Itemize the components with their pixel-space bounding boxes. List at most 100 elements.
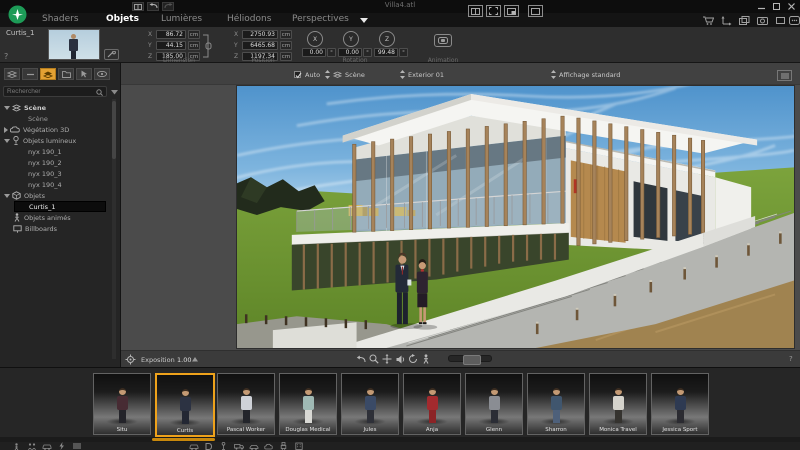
display-mode-selector[interactable]: Affichage standard xyxy=(559,71,620,79)
category-cars-button[interactable] xyxy=(187,442,200,450)
filter-energy-button[interactable] xyxy=(55,442,68,450)
minimize-button[interactable] xyxy=(755,2,768,11)
expander-icon[interactable] xyxy=(4,139,10,143)
camera-selector[interactable]: Exterior 01 xyxy=(408,71,444,79)
menu-lumieres[interactable]: Lumières xyxy=(161,14,202,24)
tree-item-nyx-1[interactable]: nyx 190_1 xyxy=(0,146,112,157)
character-thumb-glenn[interactable]: Glenn xyxy=(465,373,523,435)
menu-shaders[interactable]: Shaders xyxy=(42,14,79,24)
settings-button[interactable] xyxy=(124,353,136,365)
character-thumb-pascal-worker[interactable]: Pascal Worker xyxy=(217,373,275,435)
preview-size-slider[interactable] xyxy=(448,355,492,362)
exposition-value[interactable]: 1.00 xyxy=(177,356,191,364)
pos-x-unit[interactable]: cm xyxy=(280,30,292,39)
updown-arrows-icon[interactable] xyxy=(400,70,405,79)
select-tool-toggle[interactable] xyxy=(76,68,92,80)
visibility-toggle[interactable] xyxy=(94,68,110,80)
category-figures-button[interactable] xyxy=(277,442,290,450)
rotation-z-field[interactable]: 99.48 xyxy=(374,48,398,57)
category-vegetation-button[interactable] xyxy=(262,442,275,450)
filter-layers-toggle[interactable] xyxy=(40,68,56,80)
rotation-y-unit[interactable]: ° xyxy=(363,48,372,57)
category-3d-button[interactable] xyxy=(202,442,215,450)
rotation-y-field[interactable]: 0.00 xyxy=(338,48,362,57)
expander-icon[interactable] xyxy=(4,194,10,198)
layout-plain-button[interactable] xyxy=(528,5,543,17)
filter-people-button[interactable] xyxy=(25,442,38,450)
character-thumb-monica-travel[interactable]: Monica Travel xyxy=(589,373,647,435)
search-input[interactable] xyxy=(3,86,107,97)
tree-item-nyx-4[interactable]: nyx 190_4 xyxy=(0,179,112,190)
character-thumb-anja[interactable]: Anja xyxy=(403,373,461,435)
dim-x-unit[interactable]: cm xyxy=(188,30,200,39)
expander-icon[interactable] xyxy=(4,127,8,133)
stepper-up-icon[interactable] xyxy=(192,357,198,362)
pos-y-unit[interactable]: cm xyxy=(280,41,292,50)
character-thumb-jessica-sport[interactable]: Jessica Sport xyxy=(651,373,709,435)
layout-expand-button[interactable] xyxy=(486,5,501,17)
filter-vehicles-button[interactable] xyxy=(40,442,53,450)
expander-icon[interactable] xyxy=(4,106,10,110)
back-button[interactable] xyxy=(355,353,367,365)
filter-list-button[interactable] xyxy=(70,442,83,450)
updown-arrows-icon[interactable] xyxy=(551,70,556,79)
slider-handle[interactable] xyxy=(463,355,481,365)
camera-button[interactable] xyxy=(754,15,770,26)
store-button[interactable] xyxy=(700,15,716,26)
menu-perspectives[interactable]: Perspectives xyxy=(292,14,349,24)
menu-caret-icon[interactable] xyxy=(360,18,368,24)
tree-item-scene-child[interactable]: Scène xyxy=(0,113,112,124)
layout-corner-button[interactable] xyxy=(504,5,519,17)
rotation-x-field[interactable]: 0.00 xyxy=(302,48,326,57)
edit-object-button[interactable] xyxy=(104,49,119,60)
render-viewport-image[interactable] xyxy=(236,85,795,349)
rotation-x-unit[interactable]: ° xyxy=(327,48,336,57)
pan-tool-button[interactable] xyxy=(381,353,393,365)
tree-scrollbar[interactable] xyxy=(112,99,116,359)
refresh-button[interactable] xyxy=(407,353,419,365)
tree-item-nyx-3[interactable]: nyx 190_3 xyxy=(0,168,112,179)
maximize-button[interactable] xyxy=(770,2,783,11)
duplicate-button[interactable] xyxy=(736,15,752,26)
tree-item-curtis[interactable]: Curtis_1 xyxy=(14,201,106,212)
collapse-toggle[interactable] xyxy=(22,68,38,80)
search-filter-caret-icon[interactable] xyxy=(111,90,118,95)
close-button[interactable] xyxy=(785,2,798,11)
animation-button[interactable] xyxy=(434,34,452,47)
character-thumb-curtis[interactable]: Curtis xyxy=(155,373,215,437)
character-thumb-douglas-medical[interactable]: Douglas Medical xyxy=(279,373,337,435)
view-selector[interactable]: Scène xyxy=(345,71,365,79)
move-tool-button[interactable] xyxy=(718,15,734,26)
rotation-z-dial[interactable]: Z xyxy=(379,31,395,47)
tree-item-scene-root[interactable]: Scène xyxy=(0,102,112,113)
character-thumb-situ[interactable]: Situ xyxy=(93,373,151,435)
menu-objets[interactable]: Objets xyxy=(106,14,139,24)
filter-person-button[interactable] xyxy=(10,442,23,450)
tree-item-luminous-objects[interactable]: Objets lumineux xyxy=(0,135,112,146)
filter-shaders-toggle[interactable] xyxy=(4,68,20,80)
filter-folder-toggle[interactable] xyxy=(58,68,74,80)
category-lamps-button[interactable] xyxy=(217,442,230,450)
character-thumb-jules[interactable]: Jules xyxy=(341,373,399,435)
category-cars2-button[interactable] xyxy=(247,442,260,450)
dim-x-field[interactable]: 86.72 xyxy=(156,30,186,39)
rotation-z-unit[interactable]: ° xyxy=(399,48,408,57)
audio-button[interactable] xyxy=(394,353,406,365)
updown-arrows-icon[interactable] xyxy=(325,70,330,79)
catalog-scrollbar-thumb[interactable] xyxy=(152,438,215,441)
tree-item-billboards[interactable]: Billboards xyxy=(0,223,112,234)
pos-y-field[interactable]: 6465.68 xyxy=(242,41,278,50)
dim-y-unit[interactable]: cm xyxy=(188,41,200,50)
redo-button[interactable] xyxy=(162,2,174,11)
layout-single-button[interactable] xyxy=(468,5,483,17)
rotation-y-dial[interactable]: Y xyxy=(343,31,359,47)
character-thumb-sharron[interactable]: Sharron xyxy=(527,373,585,435)
category-buildings-button[interactable] xyxy=(292,442,305,450)
tree-item-vegetation[interactable]: Végétation 3D xyxy=(0,124,112,135)
tree-item-nyx-2[interactable]: nyx 190_2 xyxy=(0,157,112,168)
viewport-help-button[interactable]: ? xyxy=(789,355,793,363)
viewport-menu-button[interactable] xyxy=(777,70,792,81)
rotation-x-dial[interactable]: X xyxy=(307,31,323,47)
more-options-button[interactable] xyxy=(786,15,800,26)
category-trucks-button[interactable] xyxy=(232,442,245,450)
